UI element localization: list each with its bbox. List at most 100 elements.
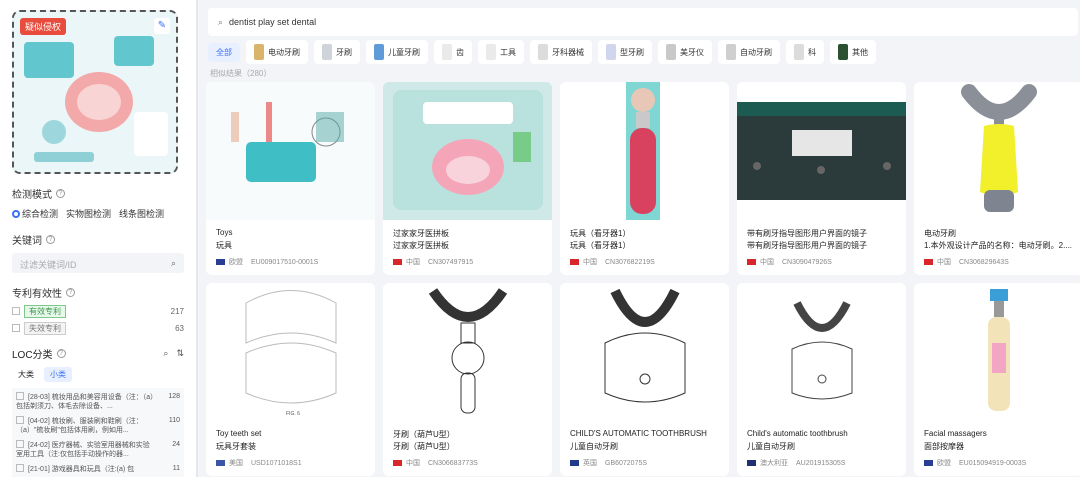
- checkbox[interactable]: [16, 392, 24, 400]
- edit-icon[interactable]: ✎: [154, 18, 170, 34]
- category-label: 齿: [456, 47, 464, 57]
- mode-comprehensive[interactable]: 综合检测: [12, 207, 58, 220]
- loc-item[interactable]: [04-02] 梳妆刷、服装刷和鞋刷（注：（a）"梳妆刷"包括体用刷，例如用..…: [16, 416, 180, 435]
- result-country: 中国: [583, 259, 597, 266]
- result-image[interactable]: [914, 283, 1080, 421]
- help-icon[interactable]: ?: [66, 288, 75, 297]
- result-patent-id: EU015094919-0003S: [959, 459, 1027, 467]
- loc-item[interactable]: [28-03] 梳妆用品和美容用设备（注：（a）包括剃须刀、体毛去除设备、...…: [16, 392, 180, 411]
- category-thumbnail: [606, 44, 616, 60]
- result-card[interactable]: 玩具（看牙器1） 玩具（看牙器1） 中国 CN307682219S: [560, 82, 729, 275]
- result-card[interactable]: Child's automatic toothbrush 儿童自动牙刷 澳大利亚 AU…: [737, 283, 906, 476]
- loc-item[interactable]: [24-02] 医疗器械、实验室用器械和实验室用工具（注:仅包括手动操作的器..…: [16, 440, 180, 459]
- loc-item-text: [28-03] 梳妆用品和美容用设备（注：（a）包括剃须刀、体毛去除设备、...: [16, 394, 154, 410]
- patent-thumbnail: [231, 102, 344, 182]
- result-card[interactable]: 过家家牙医拼板 过家家牙医拼板 中国 CN307497915: [383, 82, 552, 275]
- result-card[interactable]: 牙刷（葫芦U型） 牙刷（葫芦U型） 中国 CN306683773S: [383, 283, 552, 476]
- result-image[interactable]: [737, 283, 906, 421]
- result-card[interactable]: 带有刷牙指导图形用户界面的镜子 带有刷牙指导图形用户界面的镜子 中国 CN309047…: [737, 82, 906, 275]
- tab-major-class[interactable]: 大类: [12, 367, 40, 382]
- result-image[interactable]: FIG. 6: [206, 283, 375, 421]
- search-query[interactable]: dentist play set dental: [229, 17, 316, 27]
- result-country: 欧盟: [229, 259, 243, 266]
- query-image-illustration: [14, 12, 176, 172]
- mode-physical[interactable]: 实物图检测: [66, 207, 111, 220]
- keyword-filter-input[interactable]: 过滤关键词/ID ⌕: [12, 253, 184, 273]
- help-icon[interactable]: ?: [56, 349, 66, 358]
- flag-icon: [393, 460, 402, 466]
- query-image[interactable]: 疑似侵权 ✎: [12, 10, 178, 174]
- result-title: 过家家牙医拼板: [393, 229, 449, 238]
- keyword-title: 关键词 ?: [12, 232, 184, 247]
- category-chip[interactable]: 牙刷: [314, 40, 360, 64]
- category-chip[interactable]: 全部: [208, 42, 240, 62]
- checkbox[interactable]: [12, 307, 20, 315]
- keyword-label: 关键词: [12, 236, 42, 247]
- checkbox[interactable]: [12, 324, 20, 332]
- result-country: 中国: [406, 460, 420, 467]
- detect-mode-title: 检测模式 ?: [12, 186, 184, 201]
- flag-icon: [216, 259, 225, 265]
- result-title: Child's automatic toothbrush: [747, 429, 848, 438]
- search-icon[interactable]: ⌕: [163, 348, 168, 359]
- result-meta: 欧盟 EU015094919-0003S: [924, 458, 1026, 468]
- result-patent-id: CN309047926S: [782, 258, 832, 266]
- result-image[interactable]: [560, 283, 729, 421]
- result-title: Toys: [216, 228, 233, 237]
- result-title: Toy teeth set: [216, 429, 262, 438]
- valid-patent-badge: 有效专利: [24, 305, 66, 318]
- category-chip[interactable]: 牙科器械: [530, 40, 592, 64]
- checkbox[interactable]: [16, 464, 24, 472]
- result-image[interactable]: [383, 82, 552, 220]
- category-chip[interactable]: 美牙仪: [658, 40, 712, 64]
- result-card[interactable]: 电动牙刷 1.本外观设计产品的名称：电动牙刷。2.... 中国 CN306829643…: [914, 82, 1080, 275]
- loc-item-text: [24-02] 医疗器械、实验室用器械和实验室用工具（注:仅包括手动操作的器..…: [16, 442, 150, 458]
- search-bar[interactable]: ⌕ dentist play set dental: [208, 8, 1078, 36]
- category-thumbnail: [794, 44, 804, 60]
- result-patent-id: CN307497915: [428, 258, 474, 266]
- result-card[interactable]: Facial massagers 面部按摩器 欧盟 EU015094919-0003S: [914, 283, 1080, 476]
- mode-line-drawing[interactable]: 线条图检测: [119, 207, 164, 220]
- search-icon[interactable]: ⌕: [171, 258, 176, 268]
- result-card[interactable]: FIG. 6 Toy teeth set 玩具牙套装 美国 USD1071018S1: [206, 283, 375, 476]
- checkbox[interactable]: [16, 416, 24, 424]
- result-meta: 中国 CN307682219S: [570, 257, 655, 267]
- category-thumbnail: [374, 44, 384, 60]
- search-icon[interactable]: ⌕: [218, 17, 223, 28]
- result-image[interactable]: [737, 82, 906, 220]
- category-chip[interactable]: 儿童牙刷: [366, 40, 428, 64]
- sort-icon[interactable]: ⇅: [176, 348, 184, 359]
- result-country: 中国: [937, 259, 951, 266]
- category-chip[interactable]: 齿: [434, 40, 472, 64]
- tab-minor-class[interactable]: 小类: [44, 367, 72, 382]
- category-chip[interactable]: 科: [786, 40, 824, 64]
- result-image[interactable]: [206, 82, 375, 220]
- checkbox[interactable]: [16, 440, 24, 448]
- category-label: 儿童牙刷: [388, 47, 420, 57]
- category-chip[interactable]: 电动牙刷: [246, 40, 308, 64]
- mode-label: 实物图检测: [66, 209, 112, 219]
- loc-item[interactable]: [21-01] 游戏器具和玩具（注:(a) 包 11: [16, 464, 180, 474]
- valid-count: 217: [170, 307, 184, 316]
- category-chip[interactable]: 其他: [830, 40, 876, 64]
- result-meta: 中国 CN307497915: [393, 257, 473, 267]
- category-chip[interactable]: 工具: [478, 40, 524, 64]
- validity-invalid-row[interactable]: 失效专利 63: [12, 322, 184, 335]
- category-chip[interactable]: 自动牙刷: [718, 40, 780, 64]
- result-card[interactable]: Toys 玩具 欧盟 EU009017510-0001S: [206, 82, 375, 275]
- result-image[interactable]: [383, 283, 552, 421]
- category-chip[interactable]: 型牙刷: [598, 40, 652, 64]
- result-image[interactable]: [560, 82, 729, 220]
- flag-icon: [747, 460, 756, 466]
- keyword-placeholder: 过滤关键词/ID: [20, 260, 77, 270]
- result-subtitle: 牙刷（葫芦U型）: [393, 442, 455, 451]
- result-image[interactable]: [914, 82, 1080, 220]
- result-card[interactable]: CHILD'S AUTOMATIC TOOTHBRUSH 儿童自动牙刷 英国 GB60…: [560, 283, 729, 476]
- result-meta: 中国 CN306683773S: [393, 458, 478, 468]
- help-icon[interactable]: ?: [56, 189, 65, 198]
- help-icon[interactable]: ?: [46, 235, 55, 244]
- sidebar-divider[interactable]: [196, 0, 198, 477]
- validity-valid-row[interactable]: 有效专利 217: [12, 305, 184, 318]
- result-subtitle: 儿童自动牙刷: [747, 442, 795, 451]
- patent-thumbnail: [737, 102, 906, 200]
